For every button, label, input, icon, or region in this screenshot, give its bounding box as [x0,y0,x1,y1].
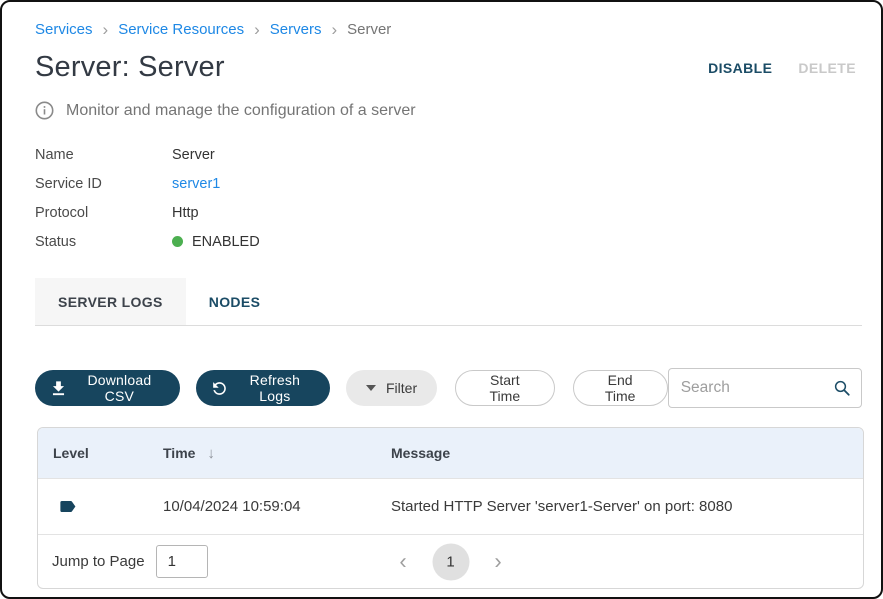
breadcrumb-separator: › [103,20,109,38]
detail-value-name: Server [172,147,215,163]
log-message-cell: Started HTTP Server 'server1-Server' on … [391,498,863,515]
detail-label: Protocol [35,205,172,221]
service-id-link[interactable]: server1 [172,176,220,192]
search-box [668,368,862,408]
table-row[interactable]: 10/04/2024 10:59:04 Started HTTP Server … [38,478,863,534]
breadcrumb-separator: › [331,20,337,38]
column-header-level[interactable]: Level [38,445,163,461]
log-time-cell: 10/04/2024 10:59:04 [163,498,391,515]
server-logs-table: Level Time ↓ Message 10/04/2024 10:59:04… [37,427,864,589]
log-level-info-icon [58,497,77,516]
breadcrumb-current: Server [347,21,391,38]
previous-page-icon[interactable]: ‹ [386,551,420,573]
refresh-logs-button[interactable]: Refresh Logs [196,370,330,406]
filter-dropdown-button[interactable]: Filter [346,370,437,406]
refresh-logs-label: Refresh Logs [238,372,312,404]
detail-value-protocol: Http [172,205,199,221]
page-title: Server: Server [35,51,225,84]
jump-to-page-label: Jump to Page [52,553,145,570]
server-details: Name Server Service ID server1 Protocol … [35,140,862,256]
app-window: Services › Service Resources › Servers ›… [0,0,883,599]
column-header-message[interactable]: Message [391,445,863,461]
status-badge: ENABLED [192,234,260,250]
download-csv-label: Download CSV [77,372,162,404]
column-header-time[interactable]: Time ↓ [163,445,391,462]
detail-label: Status [35,234,172,250]
disable-button[interactable]: DISABLE [708,60,772,76]
header-actions: DISABLE DELETE [708,60,862,76]
delete-button[interactable]: DELETE [798,60,856,76]
status-enabled-dot [172,236,183,247]
breadcrumb: Services › Service Resources › Servers ›… [35,20,862,38]
info-icon [35,101,54,120]
download-csv-button[interactable]: Download CSV [35,370,180,406]
page-subtitle: Monitor and manage the configuration of … [66,102,416,120]
table-header-row: Level Time ↓ Message [38,428,863,478]
breadcrumb-link-services[interactable]: Services [35,21,93,38]
detail-label: Service ID [35,176,172,192]
refresh-icon [210,379,229,398]
detail-label: Name [35,147,172,163]
breadcrumb-separator: › [254,20,260,38]
tab-server-logs[interactable]: SERVER LOGS [35,278,186,325]
time-header-label: Time [163,445,195,461]
current-page-button[interactable]: 1 [432,543,469,580]
breadcrumb-link-servers[interactable]: Servers [270,21,322,38]
detail-row-status: Status ENABLED [35,227,862,256]
filter-label: Filter [386,380,417,396]
table-footer: Jump to Page ‹ 1 › [38,534,863,588]
detail-row-protocol: Protocol Http [35,198,862,227]
detail-row-name: Name Server [35,140,862,169]
breadcrumb-link-service-resources[interactable]: Service Resources [118,21,244,38]
start-time-button[interactable]: Start Time [455,370,554,406]
pagination: ‹ 1 › [386,543,515,580]
detail-row-service-id: Service ID server1 [35,169,862,198]
tab-nodes[interactable]: NODES [186,278,284,325]
download-icon [49,379,68,398]
end-time-button[interactable]: End Time [573,370,668,406]
sort-descending-icon[interactable]: ↓ [207,445,215,462]
jump-to-page-input[interactable] [156,545,208,578]
next-page-icon[interactable]: › [481,551,515,573]
search-icon[interactable] [833,379,851,397]
logs-toolbar: Download CSV Refresh Logs Filter Start T… [35,368,862,408]
chevron-down-icon [366,385,376,391]
tab-bar: SERVER LOGS NODES [35,278,862,326]
